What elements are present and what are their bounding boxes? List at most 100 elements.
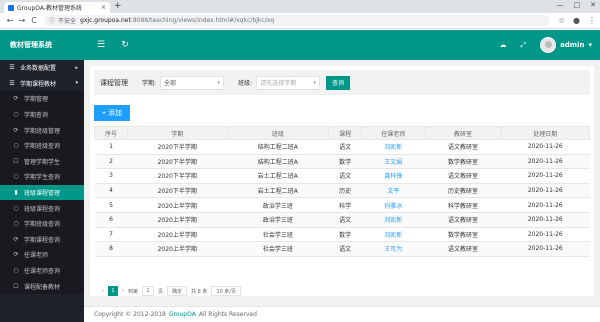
browser-menu-icon[interactable]: ⋮ (588, 16, 596, 25)
table-cell: 2020-11-26 (501, 197, 590, 213)
sidebar-item[interactable]: ○ 学期学生查询 (0, 169, 84, 185)
sidebar-item-label: 任课老师 (24, 252, 49, 260)
sidebar-item-label: 学期课程查询 (24, 236, 61, 244)
add-button[interactable]: + 添加 (94, 105, 131, 121)
table-cell: 王文娟 (361, 154, 425, 170)
sidebar-item[interactable]: ⟳ 任课老师 (0, 247, 84, 263)
url-path: :8088/teaching/views/index.html#/xqkc/bj… (130, 17, 275, 24)
table-cell: 何雅冰 (361, 197, 425, 213)
search-button[interactable]: 查询 (326, 75, 351, 90)
page-title: 课程管理 (100, 78, 128, 87)
menu-icon: ⟳ (13, 126, 19, 134)
tab-close-icon[interactable]: × (101, 4, 106, 11)
menu-icon: ☰ (9, 64, 15, 72)
sidebar-item-label: 学期学生查询 (24, 174, 61, 182)
new-tab-icon[interactable]: + (114, 1, 122, 11)
refresh-icon[interactable]: ↻ (118, 40, 132, 50)
menu-icon: ○ (13, 220, 19, 228)
window-controls: — □ ✕ (557, 1, 597, 9)
prev-page-icon[interactable]: ‹ (102, 288, 104, 294)
sidebar-item[interactable]: ☐ 管理学期学生 (0, 153, 84, 170)
chevron-icon: ▸ (75, 64, 78, 71)
forward-icon[interactable]: → (16, 16, 28, 25)
sidebar-item[interactable]: ⟳ 学期班级管理 (0, 122, 84, 138)
sidebar-item-label: 管理学期学生 (24, 158, 61, 166)
table-row[interactable]: 6 2020上半学期 政治学三班 语文 刘凯新 语文教研室 2020-11-26 (94, 212, 590, 228)
table-header-row: 序号 学期 班级 课程 任课老师 教研室 处理日期 (94, 126, 591, 140)
next-page-icon[interactable]: › (122, 288, 124, 294)
sidebar-item-label: 班级课程查询 (24, 205, 61, 213)
table-row[interactable]: 8 2020上半学期 社会学三班 语文 王可为 语文教研室 2020-11-26 (94, 241, 590, 257)
table-cell: 语文 (328, 139, 362, 155)
table-cell: 5 (94, 197, 128, 213)
sidebar-item[interactable]: ○ 任课老师查询 (0, 262, 84, 279)
table-cell: 8 (94, 241, 128, 257)
url-input[interactable]: ⓘ 不安全 gxjc.groupoa.net :8088/teaching/vi… (44, 15, 550, 26)
page-size-select[interactable]: 10 条/页 (211, 286, 242, 296)
sidebar-item[interactable]: ○ 学期班级查询 (0, 137, 84, 154)
maximize-icon[interactable]: □ (574, 1, 581, 9)
table-cell: 2020-11-26 (501, 212, 590, 228)
goto-confirm-button[interactable]: 确定 (167, 286, 188, 296)
table-cell: 2020下半学期 (127, 154, 227, 170)
table-cell: 文平 (361, 183, 425, 199)
user-menu[interactable]: admin ▾ (540, 37, 592, 53)
sidebar-item[interactable]: ○ 学期查询 (0, 106, 84, 123)
table-cell: 政治学三班 (227, 197, 329, 213)
semester-select[interactable]: 全部 ▾ (160, 75, 225, 90)
sidebar-item[interactable]: ○ 班级课程查询 (0, 200, 84, 216)
class-select[interactable]: 请先选择学期 ▾ (256, 75, 321, 90)
table-cell: 2020上半学期 (127, 227, 227, 243)
table-cell: 社会学三班 (227, 241, 329, 257)
sidebar-item[interactable]: ⟳ 学期管理 (0, 91, 84, 107)
goto-page-input[interactable]: 1 (142, 286, 155, 296)
reload-icon[interactable]: C (28, 16, 40, 25)
fullscreen-icon[interactable]: ⤢ (520, 41, 526, 50)
table-row[interactable]: 1 2020下半学期 结构工程二班A 语文 刘凯新 语文教研室 2020-11-26 (94, 139, 590, 155)
sidebar: ☰ 业务数据配置 ▸ ☰ 学期课程教材 ▾ ⟳ 学期管理 ○ 学期查询 ⟳ 学期班级管理 ○ 学期班级查询… (0, 60, 84, 322)
footer-rights: All Rights Reserved (198, 311, 257, 318)
table-cell: 2020上半学期 (127, 241, 227, 257)
table-cell: 2020-11-26 (501, 227, 590, 243)
menu-toggle-icon[interactable]: ☰ (94, 40, 108, 50)
close-window-icon[interactable]: ✕ (590, 1, 596, 9)
table-cell: 7 (94, 227, 128, 243)
minimize-icon[interactable]: — (557, 1, 564, 9)
table-cell: 科学教研室 (425, 197, 502, 213)
sidebar-item[interactable]: ☰ 业务数据配置 ▸ (0, 60, 84, 76)
sidebar-item[interactable]: ⟳ 学期课程查询 (0, 231, 84, 248)
table-cell: 2020-11-26 (501, 183, 590, 199)
app-brand: 教材管理系统 (10, 41, 52, 49)
menu-icon: ○ (13, 173, 19, 181)
sidebar-item[interactable]: ▮ 班级课程管理 (0, 184, 84, 201)
bookmark-star-icon[interactable]: ☆ (558, 16, 565, 25)
table-cell: 社会学三班 (227, 227, 329, 243)
table-cell: 语文 (328, 168, 362, 184)
profile-icon[interactable]: ● (573, 16, 580, 25)
table-row[interactable]: 5 2020上半学期 政治学三班 科学 何雅冰 科学教研室 2020-11-26 (94, 197, 590, 213)
table-row[interactable]: 2 2020下半学期 结构工程二班A 数学 王文娟 数学教研室 2020-11-26 (94, 154, 590, 170)
table-cell: 语文教研室 (425, 241, 502, 257)
table-row[interactable]: 7 2020上半学期 社会学三班 数学 刘凯新 数学教研室 2020-11-26 (94, 227, 590, 243)
menu-icon: ▮ (14, 189, 18, 197)
table-row[interactable]: 3 2020下半学期 岩土工程二班A 语文 龚梓锋 语文教研室 2020-11-26 (94, 168, 590, 184)
sidebar-item[interactable]: ○ 学期班级查询 (0, 215, 84, 232)
sidebar-item[interactable]: ☐ 课程配备教材 (0, 278, 84, 294)
back-icon[interactable]: ← (4, 16, 16, 25)
sidebar-item[interactable]: ☰ 学期课程教材 ▾ (0, 76, 84, 92)
favicon-icon (8, 4, 14, 11)
browser-tabbar: GroupOA-教材管理系统 × + — □ ✕ (0, 0, 600, 13)
table-cell: 结构工程二班A (227, 154, 329, 170)
current-page[interactable]: 1 (108, 286, 118, 296)
table-cell: 4 (94, 183, 128, 199)
security-label: 不安全 (58, 18, 77, 25)
table-row[interactable]: 4 2020下半学期 岩土工程二班A 历史 文平 历史教研室 2020-11-26 (94, 183, 590, 199)
table-cell: 2020下半学期 (127, 139, 227, 155)
theme-icon[interactable]: ☁ (499, 41, 506, 49)
menu-icon: ○ (13, 204, 19, 212)
column-header: 课程 (328, 126, 363, 140)
table-cell: 2020-11-26 (501, 139, 590, 155)
info-icon[interactable]: ⓘ (49, 16, 55, 25)
table-cell: 2020-11-26 (501, 168, 590, 184)
browser-tab[interactable]: GroupOA-教材管理系统 × (4, 2, 110, 13)
